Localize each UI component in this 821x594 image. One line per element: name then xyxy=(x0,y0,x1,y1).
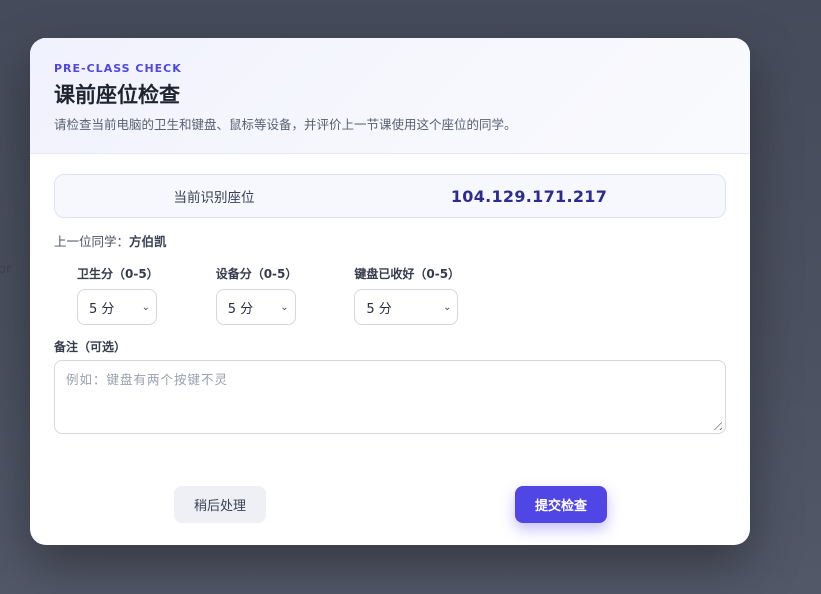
keyboard-score-label: 键盘已收好（0-5） xyxy=(354,267,461,281)
keyboard-score-select[interactable]: 5 分 ⌄ xyxy=(354,289,459,325)
chevron-down-icon: ⌄ xyxy=(280,301,289,313)
dialog-title: 课前座位检查 xyxy=(54,83,180,107)
hygiene-score-select[interactable]: 5 分 ⌄ xyxy=(77,289,157,325)
equipment-score-group: 设备分（0-5） 5 分 ⌄ xyxy=(215,267,298,325)
note-label: 备注（可选） xyxy=(54,340,127,354)
later-button[interactable]: 稍后处理 xyxy=(174,486,266,523)
equipment-score-label: 设备分（0-5） xyxy=(215,267,298,281)
backdrop-partial-text: or xyxy=(0,262,12,277)
seat-label: 当前识别座位 xyxy=(173,190,255,206)
resize-grip-icon[interactable] xyxy=(710,418,722,430)
dialog-eyebrow: PRE-CLASS CHECK xyxy=(54,62,182,75)
previous-student: 上一位同学：方伯凯 xyxy=(54,234,726,250)
dialog-body: 当前识别座位 104.129.171.217 上一位同学：方伯凯 卫生分（0-5… xyxy=(30,154,750,434)
score-row: 卫生分（0-5） 5 分 ⌄ 设备分（0-5） 5 分 ⌄ 键盘已收好（0-5）… xyxy=(54,267,726,325)
keyboard-score-group: 键盘已收好（0-5） 5 分 ⌄ xyxy=(354,267,460,325)
hygiene-score-group: 卫生分（0-5） 5 分 ⌄ xyxy=(77,267,159,325)
dialog-header: PRE-CLASS CHECK 课前座位检查 请检查当前电脑的卫生和键盘、鼠标等… xyxy=(30,38,750,154)
keyboard-score-value: 5 分 xyxy=(366,301,392,317)
equipment-score-value: 5 分 xyxy=(227,301,254,317)
seat-value: 104.129.171.217 xyxy=(450,186,608,206)
equipment-score-select[interactable]: 5 分 ⌄ xyxy=(215,289,296,325)
note-placeholder: 例如：键盘有两个按键不灵 xyxy=(66,372,229,387)
note-textarea[interactable]: 例如：键盘有两个按键不灵 xyxy=(54,360,726,434)
hygiene-score-value: 5 分 xyxy=(89,301,115,317)
previous-student-label: 上一位同学： xyxy=(54,234,130,249)
hygiene-score-label: 卫生分（0-5） xyxy=(77,267,159,281)
previous-student-name: 方伯凯 xyxy=(129,234,167,249)
chevron-down-icon: ⌄ xyxy=(442,301,452,313)
seat-check-dialog: PRE-CLASS CHECK 课前座位检查 请检查当前电脑的卫生和键盘、鼠标等… xyxy=(30,38,750,545)
submit-check-button[interactable]: 提交检查 xyxy=(515,486,607,523)
chevron-down-icon: ⌄ xyxy=(141,301,150,313)
seat-card: 当前识别座位 104.129.171.217 xyxy=(54,174,726,218)
dialog-subtitle: 请检查当前电脑的卫生和键盘、鼠标等设备，并评价上一节课使用这个座位的同学。 xyxy=(54,117,517,132)
dialog-footer: 稍后处理 提交检查 xyxy=(30,486,750,524)
